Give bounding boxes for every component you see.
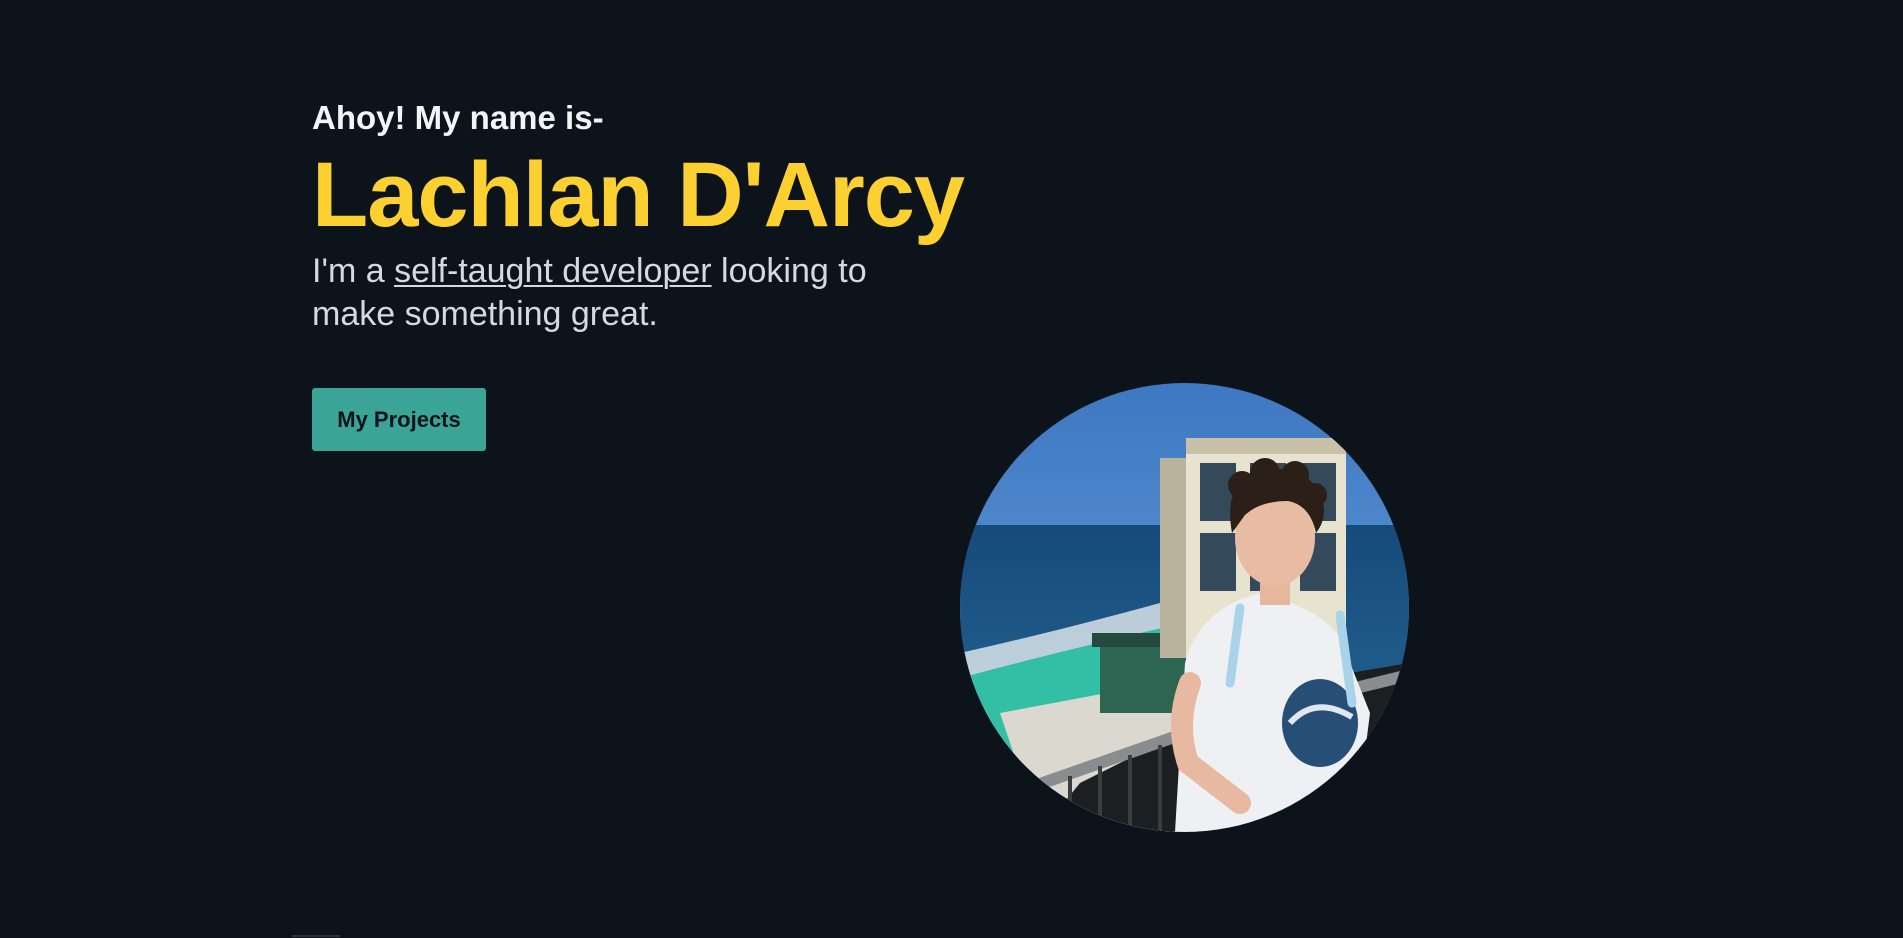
self-taught-developer-link[interactable]: self-taught developer bbox=[394, 252, 712, 290]
my-projects-button[interactable]: My Projects bbox=[312, 388, 486, 451]
name-heading: Lachlan D'Arcy bbox=[312, 144, 965, 246]
hero-section: Ahoy! My name is- Lachlan D'Arcy I'm a s… bbox=[312, 96, 972, 336]
bottom-divider bbox=[292, 935, 340, 937]
tagline-prefix: I'm a bbox=[312, 252, 395, 290]
tagline: I'm a self-taught developer looking to m… bbox=[312, 250, 952, 336]
greeting-text: Ahoy! My name is- bbox=[312, 99, 604, 136]
profile-photo bbox=[960, 383, 1409, 832]
